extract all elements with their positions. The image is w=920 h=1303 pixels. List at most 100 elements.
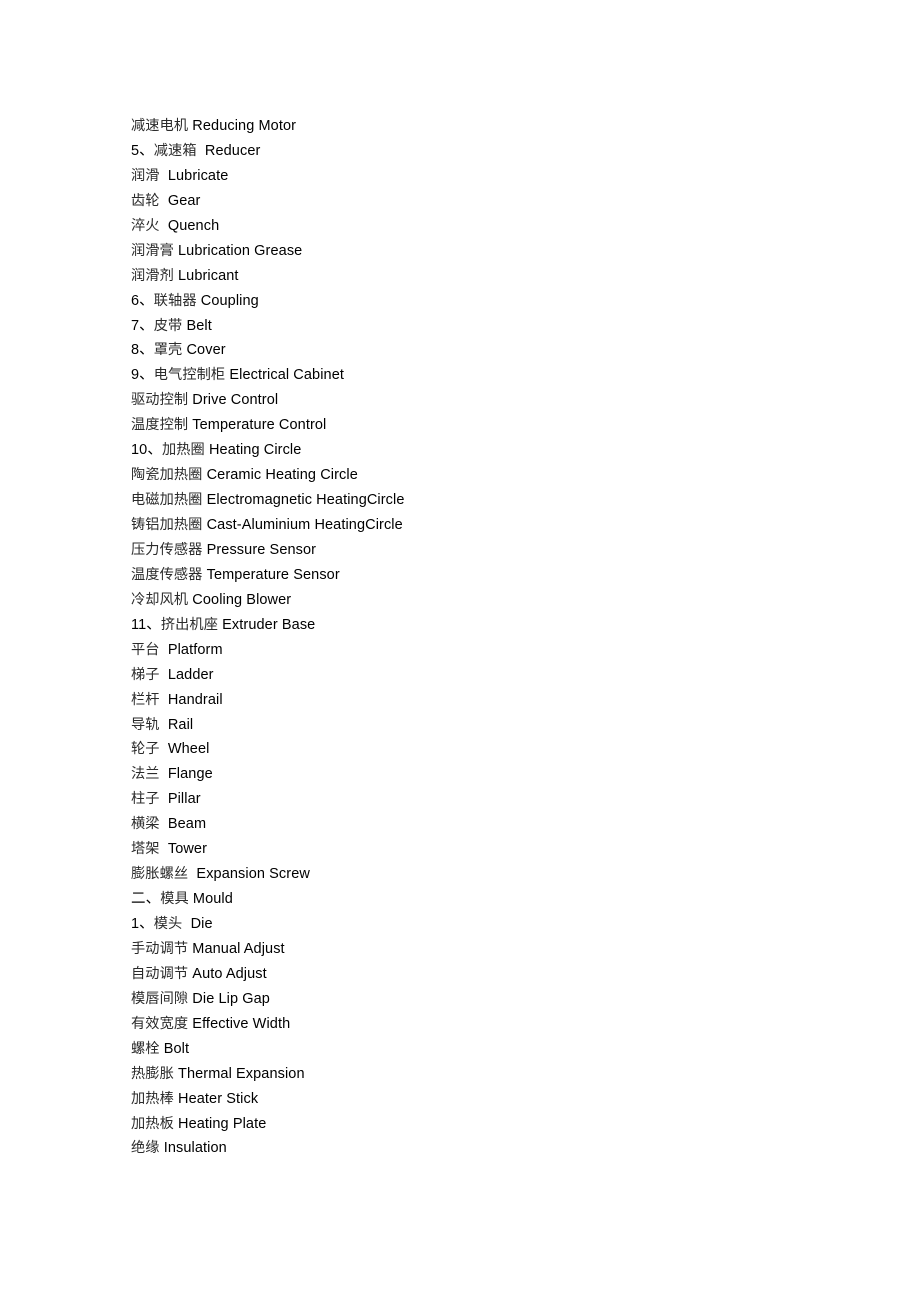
term-english: Beam <box>167 816 207 833</box>
glossary-line: 绝缘 Insulation <box>131 1136 831 1161</box>
glossary-line: 齿轮 Gear <box>131 189 831 214</box>
term-chinese: 润滑剂 <box>131 267 174 284</box>
term-english: Cover <box>186 342 226 359</box>
glossary-line: 梯子 Ladder <box>131 663 831 688</box>
term-chinese: 皮带 <box>153 317 183 334</box>
glossary-line: 横梁 Beam <box>131 812 831 837</box>
glossary-line: 模唇间隙 Die Lip Gap <box>131 987 831 1012</box>
term-english: Effective Width <box>192 1015 291 1032</box>
term-chinese: 模头 <box>153 916 183 932</box>
glossary-line: 润滑膏 Lubrication Grease <box>131 239 831 264</box>
term-chinese: 温度控制 <box>131 417 189 434</box>
term-english: Temperature Control <box>192 417 327 434</box>
glossary-line: 驱动控制 Drive Control <box>131 388 831 413</box>
term-english: Pillar <box>167 791 201 808</box>
glossary-line: 二、模具 Mould <box>131 887 831 912</box>
term-chinese: 法兰 <box>131 766 160 783</box>
term-chinese: 冷却风机 <box>131 591 189 608</box>
term-chinese: 齿轮 <box>131 192 160 209</box>
line-number-prefix: 10、 <box>131 442 162 459</box>
glossary-line: 减速电机 Reducing Motor <box>131 114 831 139</box>
glossary-line: 润滑 Lubricate <box>131 164 831 189</box>
term-separator <box>160 841 168 857</box>
glossary-line: 11、挤出机座 Extruder Base <box>131 613 831 638</box>
glossary-line: 5、减速箱 Reducer <box>131 139 831 164</box>
term-separator <box>197 143 205 159</box>
term-english: Temperature Sensor <box>206 566 340 583</box>
term-chinese: 润滑 <box>131 167 160 184</box>
glossary-line: 1、模头 Die <box>131 912 831 937</box>
term-chinese: 柱子 <box>131 791 160 808</box>
term-chinese: 塔架 <box>131 841 160 858</box>
term-chinese: 减速电机 <box>131 118 189 134</box>
glossary-line: 热膨胀 Thermal Expansion <box>131 1062 831 1087</box>
term-english: Ceramic Heating Circle <box>206 467 358 484</box>
term-chinese: 模唇间隙 <box>131 990 189 1007</box>
line-number-prefix: 1、 <box>131 916 154 932</box>
term-english: Lubrication Grease <box>178 242 303 259</box>
term-chinese: 挤出机座 <box>160 616 219 633</box>
glossary-line: 法兰 Flange <box>131 762 831 787</box>
term-chinese: 减速箱 <box>153 142 197 159</box>
term-chinese: 轮子 <box>131 741 160 758</box>
term-chinese: 导轨 <box>131 716 160 733</box>
term-chinese: 绝缘 <box>131 1140 160 1157</box>
term-separator <box>160 667 168 683</box>
term-separator <box>160 642 168 658</box>
term-chinese: 联轴器 <box>153 292 197 309</box>
glossary-line: 加热棒 Heater Stick <box>131 1087 831 1112</box>
glossary-line: 铸铝加热圈 Cast-Aluminium HeatingCircle <box>131 513 831 538</box>
term-english: Lubricant <box>178 267 239 284</box>
glossary-line: 导轨 Rail <box>131 713 831 738</box>
term-english: Heating Plate <box>178 1115 267 1132</box>
term-english: Flange <box>167 766 213 783</box>
glossary-line: 螺栓 Bolt <box>131 1037 831 1062</box>
term-english: Electrical Cabinet <box>229 367 344 384</box>
glossary-line: 压力传感器 Pressure Sensor <box>131 538 831 563</box>
term-chinese: 膨胀螺丝 <box>131 866 189 883</box>
term-separator <box>160 791 168 807</box>
term-separator <box>160 816 168 832</box>
term-english: Belt <box>186 317 212 334</box>
term-english: Ladder <box>167 666 214 683</box>
term-separator <box>160 766 168 782</box>
term-english: Lubricate <box>167 167 229 184</box>
term-english: Drive Control <box>192 392 279 409</box>
term-english: Gear <box>167 192 201 209</box>
term-english: Die Lip Gap <box>192 990 270 1007</box>
term-chinese: 驱动控制 <box>131 392 189 409</box>
glossary-line: 6、联轴器 Coupling <box>131 289 831 314</box>
glossary-line: 柱子 Pillar <box>131 787 831 812</box>
line-number-prefix: 二、 <box>131 891 161 908</box>
term-separator <box>160 692 168 708</box>
term-chinese: 梯子 <box>131 666 160 683</box>
term-english: Cast-Aluminium HeatingCircle <box>206 517 403 533</box>
glossary-line: 手动调节 Manual Adjust <box>131 937 831 962</box>
term-english: Reducing Motor <box>192 118 297 134</box>
term-chinese: 陶瓷加热圈 <box>131 467 203 484</box>
term-chinese: 加热圈 <box>161 442 205 459</box>
term-english: Heater Stick <box>178 1090 259 1107</box>
term-english: Electromagnetic HeatingCircle <box>206 492 405 509</box>
term-separator <box>160 741 168 757</box>
glossary-line: 加热板 Heating Plate <box>131 1112 831 1137</box>
term-english: Handrail <box>167 691 223 708</box>
glossary-line: 9、电气控制柜 Electrical Cabinet <box>131 363 831 388</box>
term-separator <box>160 168 168 184</box>
glossary-line: 自动调节 Auto Adjust <box>131 962 831 987</box>
term-english: Reducer <box>204 142 261 159</box>
term-english: Heating Circle <box>208 442 302 459</box>
glossary-line: 温度传感器 Temperature Sensor <box>131 563 831 588</box>
term-separator <box>160 193 168 209</box>
glossary-line: 7、皮带 Belt <box>131 314 831 339</box>
term-english: Insulation <box>163 1140 227 1157</box>
glossary-line: 润滑剂 Lubricant <box>131 264 831 289</box>
term-english: Wheel <box>167 741 210 758</box>
term-chinese: 手动调节 <box>131 940 189 957</box>
line-number-prefix: 8、 <box>131 342 154 359</box>
term-english: Rail <box>167 716 194 733</box>
term-chinese: 栏杆 <box>131 691 160 708</box>
term-english: Platform <box>167 641 223 658</box>
glossary-line: 陶瓷加热圈 Ceramic Heating Circle <box>131 463 831 488</box>
term-separator <box>160 717 168 733</box>
